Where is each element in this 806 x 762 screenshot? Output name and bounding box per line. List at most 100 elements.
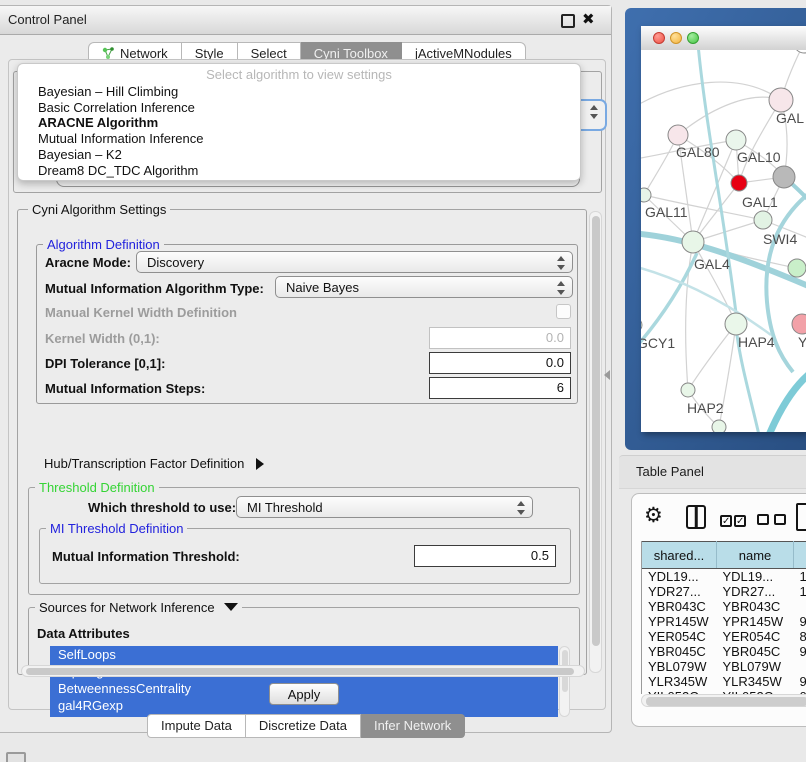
column-header[interactable]	[794, 542, 806, 569]
table-row[interactable]: YDR27...YDR27...12	[642, 584, 806, 599]
tab-label: Infer Network	[374, 718, 451, 733]
algorithm-dropdown[interactable]: Select algorithm to view settings Bayesi…	[17, 63, 581, 181]
algorithm-option[interactable]: Bayesian – Hill Climbing	[38, 84, 580, 100]
gear-icon[interactable]: ⚙	[644, 505, 663, 526]
network-node-gal1[interactable]	[754, 211, 772, 229]
network-node-gal10[interactable]	[726, 130, 746, 150]
network-node[interactable]	[788, 259, 806, 277]
apply-button[interactable]: Apply	[269, 683, 339, 705]
network-node-gal4[interactable]	[682, 231, 704, 253]
table-cell: YBR045C	[642, 644, 717, 659]
network-node-label: GAL	[776, 110, 804, 126]
manual-kernel-label: Manual Kernel Width Definition	[45, 305, 237, 320]
dpi-tolerance-field[interactable]: 0.0	[429, 352, 571, 374]
network-node-gal[interactable]	[769, 88, 793, 112]
tab-impute-data[interactable]: Impute Data	[147, 714, 246, 738]
network-node-gal11[interactable]	[641, 188, 651, 202]
deselect-all-columns-icon[interactable]	[757, 513, 786, 528]
node-table[interactable]: shared...name YDL19...YDL19...13YDR27...…	[641, 541, 806, 694]
control-panel-title: Control Panel	[8, 12, 87, 27]
table-cell: YLR345W	[717, 674, 794, 689]
column-header[interactable]: name	[717, 542, 794, 569]
chevron-right-icon	[256, 458, 264, 470]
table-cell: YDL19...	[717, 569, 794, 585]
table-row[interactable]: YER054CYER054C8.	[642, 629, 806, 644]
zoom-traffic-light-icon[interactable]	[687, 32, 699, 44]
hub-definition-label: Hub/Transcription Factor Definition	[44, 456, 244, 471]
table-cell: YER054C	[642, 629, 717, 644]
settings-vscrollbar[interactable]	[589, 211, 602, 673]
data-attribute-item[interactable]: SelfLoops	[50, 646, 558, 663]
mi-threshold-label: Mutual Information Threshold:	[52, 549, 240, 564]
network-node-gal80[interactable]	[668, 125, 688, 145]
threshold-definition-title: Threshold Definition	[35, 480, 159, 495]
node-table-header[interactable]: shared...name	[642, 542, 806, 569]
threshold-definition-group: Threshold Definition Which threshold to …	[28, 487, 580, 595]
cyni-algorithm-settings-group: Cyni Algorithm Settings Algorithm Defini…	[17, 209, 587, 675]
columns-icon[interactable]	[686, 505, 706, 529]
network-edge	[688, 324, 736, 390]
algorithm-option[interactable]: Mutual Information Inference	[38, 131, 580, 147]
table-row[interactable]: YPR145WYPR145W9.	[642, 614, 806, 629]
kernel-width-label: Kernel Width (0,1):	[45, 331, 160, 346]
kernel-width-field[interactable]: 0.0	[429, 327, 571, 349]
table-panel-bar[interactable]: Table Panel	[619, 455, 806, 489]
network-window-titlebar[interactable]	[641, 26, 806, 51]
close-icon[interactable]: ✖	[582, 10, 595, 28]
tab-label: Discretize Data	[259, 718, 347, 733]
network-node[interactable]	[712, 420, 726, 432]
network-node-label: GAL80	[676, 144, 720, 160]
select-all-columns-icon[interactable]: ✓✓	[720, 512, 746, 527]
close-traffic-light-icon[interactable]	[653, 32, 665, 44]
splitter-arrow-icon[interactable]	[604, 370, 610, 380]
algorithm-dropdown-list: Bayesian – Hill ClimbingBasic Correlatio…	[18, 84, 580, 178]
table-cell: YBL079W	[717, 659, 794, 674]
mi-type-select[interactable]: Naive Bayes	[275, 276, 573, 298]
tab-infer-network[interactable]: Infer Network	[361, 714, 465, 738]
function-builder-icon[interactable]	[796, 503, 806, 531]
attributes-scrollbar[interactable]	[559, 646, 570, 717]
network-canvas[interactable]: GALGAL80GAL10GAL11GAL1SWI4GAL4GCY1HAP4YH…	[641, 50, 806, 432]
table-cell: YBR045C	[717, 644, 794, 659]
algorithm-definition-group: Algorithm Definition Aracne Mode: Discov…	[36, 244, 578, 404]
which-threshold-select[interactable]: MI Threshold	[236, 496, 533, 518]
float-window-icon[interactable]	[561, 14, 575, 28]
algorithm-option[interactable]: Bayesian – K2	[38, 147, 580, 163]
minimize-traffic-light-icon[interactable]	[670, 32, 682, 44]
network-node[interactable]	[794, 50, 806, 53]
aracne-mode-select[interactable]: Discovery	[136, 251, 573, 273]
docked-panel-icon[interactable]	[6, 752, 26, 762]
mi-type-value: Naive Bayes	[286, 280, 550, 295]
network-edge	[769, 368, 806, 432]
network-node[interactable]	[773, 166, 795, 188]
table-row[interactable]: YBL079WYBL079W	[642, 659, 806, 674]
mi-steps-field[interactable]: 6	[429, 377, 571, 399]
table-hscrollbar[interactable]	[641, 694, 806, 707]
hub-definition-toggle[interactable]: Hub/Transcription Factor Definition	[44, 456, 264, 471]
sources-group-title[interactable]: Sources for Network Inference	[35, 600, 242, 615]
table-row[interactable]: YBR045CYBR045C9.	[642, 644, 806, 659]
network-node-gcy1[interactable]	[641, 318, 642, 332]
settings-hscrollbar[interactable]	[21, 665, 585, 677]
network-node-y[interactable]	[792, 314, 806, 334]
network-node-label: GAL4	[694, 256, 730, 272]
table-cell: 9.	[794, 674, 806, 689]
algorithm-option[interactable]: ARACNE Algorithm	[38, 115, 580, 131]
algorithm-definition-title: Algorithm Definition	[43, 237, 164, 252]
table-cell: 8.	[794, 629, 806, 644]
data-attributes-list[interactable]: SelfLoopsTopologicalCoefficientBetweenne…	[50, 646, 558, 717]
manual-kernel-checkbox[interactable]	[556, 304, 571, 319]
table-row[interactable]: YDL19...YDL19...13	[642, 569, 806, 585]
algorithm-option[interactable]: Dream8 DC_TDC Algorithm	[38, 163, 580, 179]
table-row[interactable]: YLR345WYLR345W9.	[642, 674, 806, 689]
network-node-hap2[interactable]	[681, 383, 695, 397]
tab-discretize-data[interactable]: Discretize Data	[246, 714, 361, 738]
column-header[interactable]: shared...	[642, 542, 717, 569]
algorithm-option[interactable]: Basic Correlation Inference	[38, 100, 580, 116]
network-node-hap4[interactable]	[725, 313, 747, 335]
network-node[interactable]	[731, 175, 747, 191]
table-panel-title: Table Panel	[636, 464, 704, 479]
table-row[interactable]: YBR043CYBR043C	[642, 599, 806, 614]
mi-threshold-field[interactable]: 0.5	[414, 545, 556, 567]
control-panel-titlebar[interactable]: Control Panel ✖	[0, 6, 611, 35]
